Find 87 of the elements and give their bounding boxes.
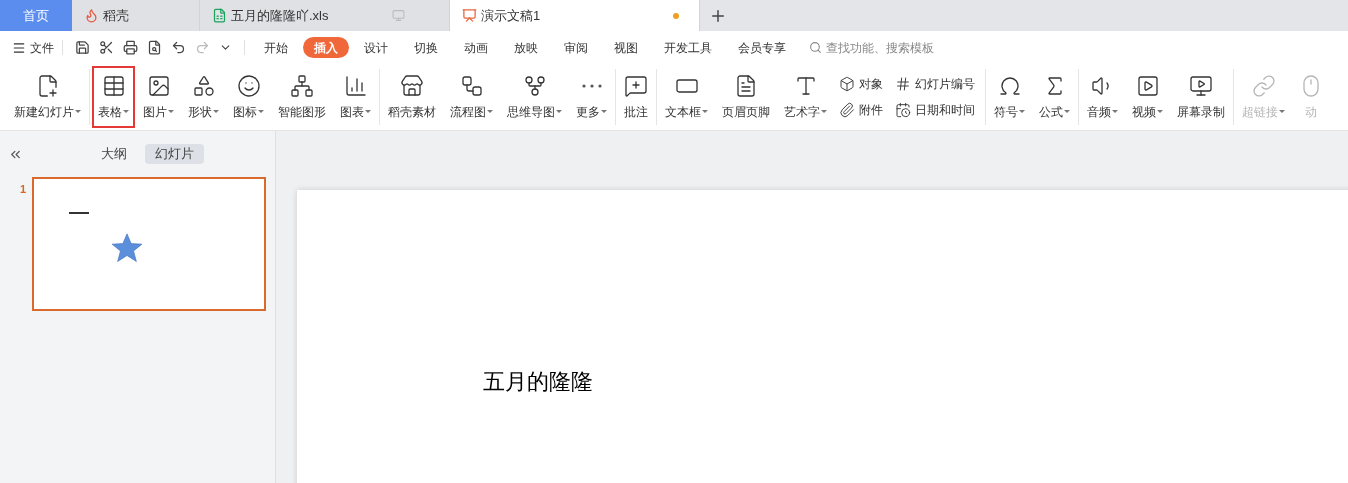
caret-icon — [123, 110, 129, 113]
menu-tab[interactable]: 设计 — [353, 37, 399, 58]
menu-tab[interactable]: 切换 — [403, 37, 449, 58]
ribbon-icon — [734, 73, 758, 98]
document-tab[interactable]: 稻壳 — [72, 0, 200, 31]
preview-icon[interactable] — [147, 40, 162, 55]
caret-icon — [702, 110, 708, 113]
ribbon-button[interactable]: 表格 — [92, 66, 135, 128]
ribbon-button[interactable]: 图表 — [334, 66, 377, 128]
ribbon-button[interactable]: 艺术字 — [778, 66, 833, 128]
slide-thumbnail[interactable] — [32, 177, 267, 311]
caret-icon — [601, 110, 607, 113]
menu-tab[interactable]: 动画 — [453, 37, 499, 58]
ribbon-button[interactable]: 图片 — [137, 66, 180, 128]
caret-icon — [1157, 110, 1163, 113]
star-icon — [110, 231, 145, 265]
monitor-icon — [392, 9, 405, 22]
menu-tab[interactable]: 开始 — [253, 37, 299, 58]
ribbon-icon — [290, 73, 314, 98]
ribbon-icon — [236, 73, 261, 98]
caret-icon — [1279, 110, 1285, 113]
ribbon-button[interactable]: 稻壳素材 — [382, 66, 442, 128]
ribbon-icon — [839, 102, 855, 118]
menu-tab[interactable]: 视图 — [603, 37, 649, 58]
ribbon-icon — [624, 73, 648, 98]
ribbon-button[interactable]: 文本框 — [659, 66, 714, 128]
ribbon-button[interactable]: 形状 — [182, 66, 225, 128]
ribbon-button[interactable]: 公式 — [1033, 66, 1076, 128]
ribbon-icon — [459, 73, 484, 98]
view-tab[interactable]: 大纲 — [91, 144, 137, 164]
ribbon-button[interactable]: 批注 — [618, 66, 654, 128]
ribbon-button[interactable]: 符号 — [988, 66, 1031, 128]
search-icon — [809, 41, 822, 54]
ribbon-button[interactable]: 更多 — [570, 66, 613, 128]
ribbon-icon — [1135, 73, 1160, 98]
ribbon-button[interactable]: 屏幕录制 — [1171, 66, 1231, 128]
ribbon-icon — [191, 73, 216, 98]
dots-icon — [581, 83, 602, 88]
ribbon-button[interactable]: 思维导图 — [501, 66, 568, 128]
document-tab[interactable]: 演示文稿1 — [450, 0, 700, 31]
ribbon-button[interactable]: 对象 — [839, 75, 883, 93]
caret-icon — [75, 110, 81, 113]
menu-tab[interactable]: 会员专享 — [727, 37, 797, 58]
slide-text: 五月的隆隆 — [483, 369, 593, 394]
ribbon-icon — [146, 73, 171, 98]
caret-icon — [258, 110, 264, 113]
view-tab[interactable]: 幻灯片 — [145, 144, 204, 164]
caret-icon — [487, 110, 493, 113]
search-field[interactable]: 查找功能、搜索模板 — [809, 38, 966, 57]
caret-icon — [168, 110, 174, 113]
menu-icon — [12, 40, 26, 55]
caret-icon — [1019, 110, 1025, 113]
menu-tab[interactable]: 放映 — [503, 37, 549, 58]
ribbon-button[interactable]: 附件 — [839, 101, 883, 119]
ribbon-button[interactable]: 图标 — [227, 66, 270, 128]
caret-icon — [1112, 110, 1118, 113]
ribbon-icon — [1251, 73, 1276, 98]
ribbon-button[interactable]: 幻灯片编号 — [895, 75, 975, 93]
scissors-icon[interactable] — [99, 40, 114, 55]
ribbon-button[interactable]: 智能图形 — [272, 66, 332, 128]
ribbon-icon — [522, 73, 547, 98]
file-menu[interactable]: 文件 — [12, 38, 62, 57]
menu-tab[interactable]: 开发工具 — [653, 37, 723, 58]
caret-icon — [821, 110, 827, 113]
ribbon-button[interactable]: 新建幻灯片 — [8, 66, 87, 128]
slide-number: 1 — [20, 182, 27, 197]
save-icon[interactable] — [75, 40, 90, 55]
ribbon-button[interactable]: 流程图 — [444, 66, 499, 128]
ribbon-icon — [1189, 73, 1213, 98]
ribbon-icon — [839, 76, 855, 92]
print-icon[interactable] — [123, 40, 138, 55]
ribbon-button[interactable]: 视频 — [1126, 66, 1169, 128]
ribbon-icon — [400, 73, 424, 98]
ribbon-icon — [895, 102, 911, 118]
caret-icon — [556, 110, 562, 113]
caret-icon — [213, 110, 219, 113]
document-tab[interactable]: 五月的隆隆吖.xls — [200, 0, 450, 31]
caret-icon — [365, 110, 371, 113]
caret-icon — [1064, 110, 1070, 113]
menu-tab[interactable]: 审阅 — [553, 37, 599, 58]
ribbon-button[interactable]: 音频 — [1081, 66, 1124, 128]
undo-icon[interactable] — [171, 40, 186, 55]
ribbon-icon — [895, 76, 911, 92]
ribbon-button[interactable]: 日期和时间 — [895, 101, 975, 119]
ribbon-button[interactable]: 页眉页脚 — [716, 66, 776, 128]
ribbon-icon — [101, 73, 126, 98]
thumbnail-text-mark — [69, 212, 90, 214]
